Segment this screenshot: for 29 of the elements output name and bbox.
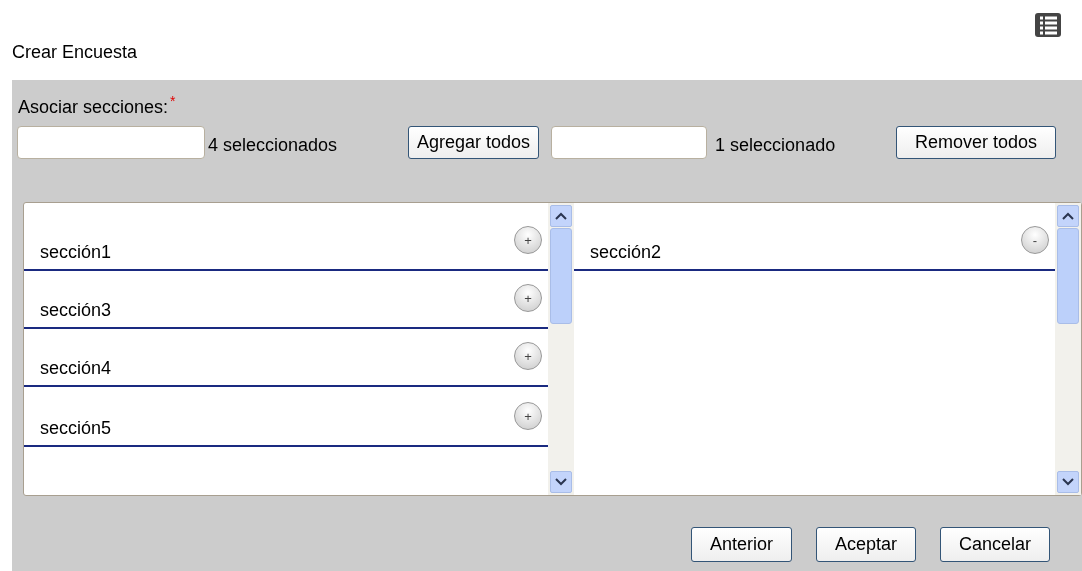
round-button[interactable]: + [514, 226, 542, 254]
scrollbar[interactable] [548, 203, 574, 495]
section-label: sección1 [40, 241, 112, 264]
selection-count: 4 seleccionados [208, 134, 339, 157]
action-button[interactable]: Aceptar [815, 527, 916, 562]
section-label: sección4 [40, 357, 112, 380]
round-button[interactable]: + [514, 342, 542, 370]
selection-count: 1 seleccionado [715, 134, 837, 157]
filter-field[interactable] [17, 126, 205, 159]
remove-all-button[interactable]: Remover todos [896, 126, 1057, 159]
action-button[interactable]: Anterior [690, 527, 792, 562]
chevron-up-icon [1062, 212, 1074, 220]
page-title: Crear Encuesta [12, 41, 139, 64]
field-label: Asociar secciones: [18, 96, 169, 119]
required-mark: * [170, 94, 176, 108]
section-label: sección5 [40, 417, 112, 440]
chevron-up-icon [555, 212, 567, 220]
round-button[interactable]: + [514, 284, 542, 312]
round-button[interactable]: - [1021, 226, 1049, 254]
chevron-down-icon [555, 478, 567, 486]
add-all-button[interactable]: Agregar todos [408, 126, 540, 159]
chevron-down-icon [1062, 478, 1074, 486]
round-button[interactable]: + [514, 402, 542, 430]
section-label: sección3 [40, 299, 112, 322]
action-button[interactable]: Cancelar [939, 527, 1050, 562]
filter-field[interactable] [551, 126, 708, 159]
scrollbar[interactable] [1055, 203, 1081, 495]
list-icon[interactable] [1034, 12, 1062, 38]
section-label: sección2 [590, 241, 662, 264]
